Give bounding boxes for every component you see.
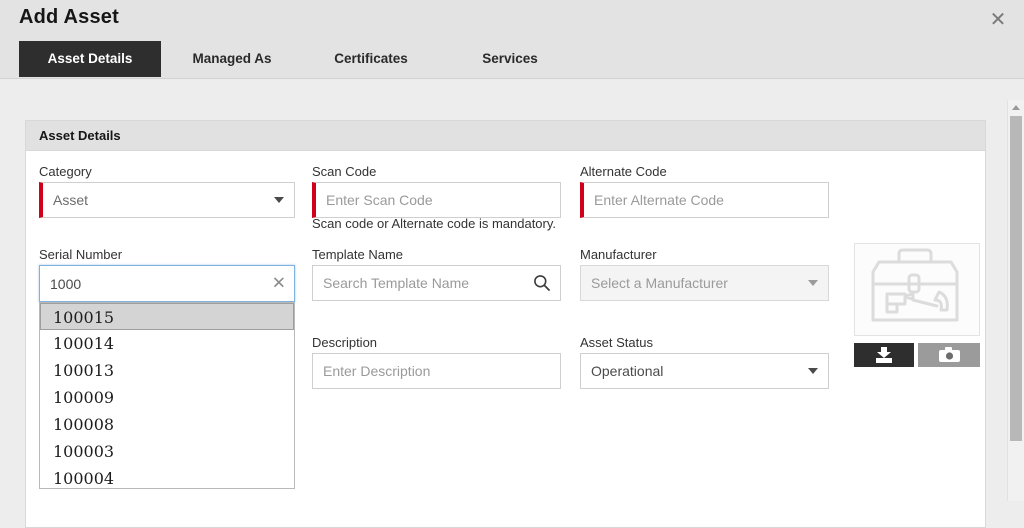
chevron-down-icon <box>808 280 818 286</box>
page-title: Add Asset <box>19 6 119 28</box>
dialog-header: Add Asset ✕ <box>0 0 1024 38</box>
serial-number-input[interactable]: 1000 ✕ <box>39 265 295 302</box>
close-icon[interactable]: ✕ <box>272 275 286 292</box>
serial-number-suggestion-list[interactable]: 100015 100014 100013 100009 100008 10000… <box>39 302 295 489</box>
list-item[interactable]: 100015 <box>40 303 294 330</box>
alternate-code-label: Alternate Code <box>580 164 667 179</box>
description-placeholder: Enter Description <box>323 363 431 379</box>
alternate-code-input[interactable]: Enter Alternate Code <box>580 182 829 218</box>
asset-status-label: Asset Status <box>580 335 653 350</box>
list-item[interactable]: 100014 <box>40 330 294 357</box>
asset-image-preview[interactable] <box>854 243 980 336</box>
camera-icon <box>939 347 960 362</box>
panel-title: Asset Details <box>39 128 121 143</box>
asset-status-value: Operational <box>591 363 664 379</box>
scan-code-input[interactable]: Enter Scan Code <box>312 182 561 218</box>
serial-number-value: 1000 <box>50 275 82 292</box>
scan-code-placeholder: Enter Scan Code <box>326 192 433 208</box>
close-icon[interactable]: ✕ <box>986 7 1010 31</box>
alternate-code-placeholder: Enter Alternate Code <box>594 192 724 208</box>
description-label: Description <box>312 335 378 350</box>
template-name-label: Template Name <box>312 247 404 262</box>
upload-image-button[interactable] <box>854 343 914 367</box>
serial-number-label: Serial Number <box>39 247 123 262</box>
template-name-placeholder: Search Template Name <box>323 275 470 291</box>
tab-asset-details[interactable]: Asset Details <box>19 41 161 77</box>
manufacturer-label: Manufacturer <box>580 247 657 262</box>
toolbox-icon <box>871 248 959 322</box>
search-icon[interactable] <box>533 274 551 292</box>
category-value: Asset <box>53 192 89 208</box>
template-name-input[interactable]: Search Template Name <box>312 265 561 301</box>
asset-details-panel: Asset Details Category Asset Scan Code E… <box>25 120 986 528</box>
mandatory-helper-text: Scan code or Alternate code is mandatory… <box>312 216 557 231</box>
vertical-scrollbar[interactable] <box>1007 100 1024 501</box>
category-label: Category <box>39 164 92 179</box>
chevron-down-icon <box>808 368 818 374</box>
panel-header: Asset Details <box>26 121 985 151</box>
asset-status-select[interactable]: Operational <box>580 353 829 389</box>
chevron-up-icon[interactable] <box>1008 100 1024 115</box>
manufacturer-placeholder: Select a Manufacturer <box>591 275 728 291</box>
tab-certificates[interactable]: Certificates <box>313 41 429 77</box>
manufacturer-select[interactable]: Select a Manufacturer <box>580 265 829 301</box>
scan-code-label: Scan Code <box>312 164 377 179</box>
chevron-down-icon <box>274 197 284 203</box>
capture-image-button[interactable] <box>918 343 980 367</box>
list-item[interactable]: 100013 <box>40 357 294 384</box>
list-item[interactable]: 100003 <box>40 438 294 465</box>
scrollbar-thumb[interactable] <box>1010 116 1022 441</box>
dialog-body: Asset Details Category Asset Scan Code E… <box>0 79 1024 528</box>
list-item[interactable]: 100004 <box>40 465 294 488</box>
tab-bar: Asset Details Managed As Certificates Se… <box>0 38 1024 79</box>
list-item[interactable]: 100009 <box>40 384 294 411</box>
list-item[interactable]: 100008 <box>40 411 294 438</box>
tab-services[interactable]: Services <box>460 41 560 77</box>
description-input[interactable]: Enter Description <box>312 353 561 389</box>
tab-managed-as[interactable]: Managed As <box>172 41 292 77</box>
upload-icon <box>876 347 892 363</box>
category-select[interactable]: Asset <box>39 182 295 218</box>
